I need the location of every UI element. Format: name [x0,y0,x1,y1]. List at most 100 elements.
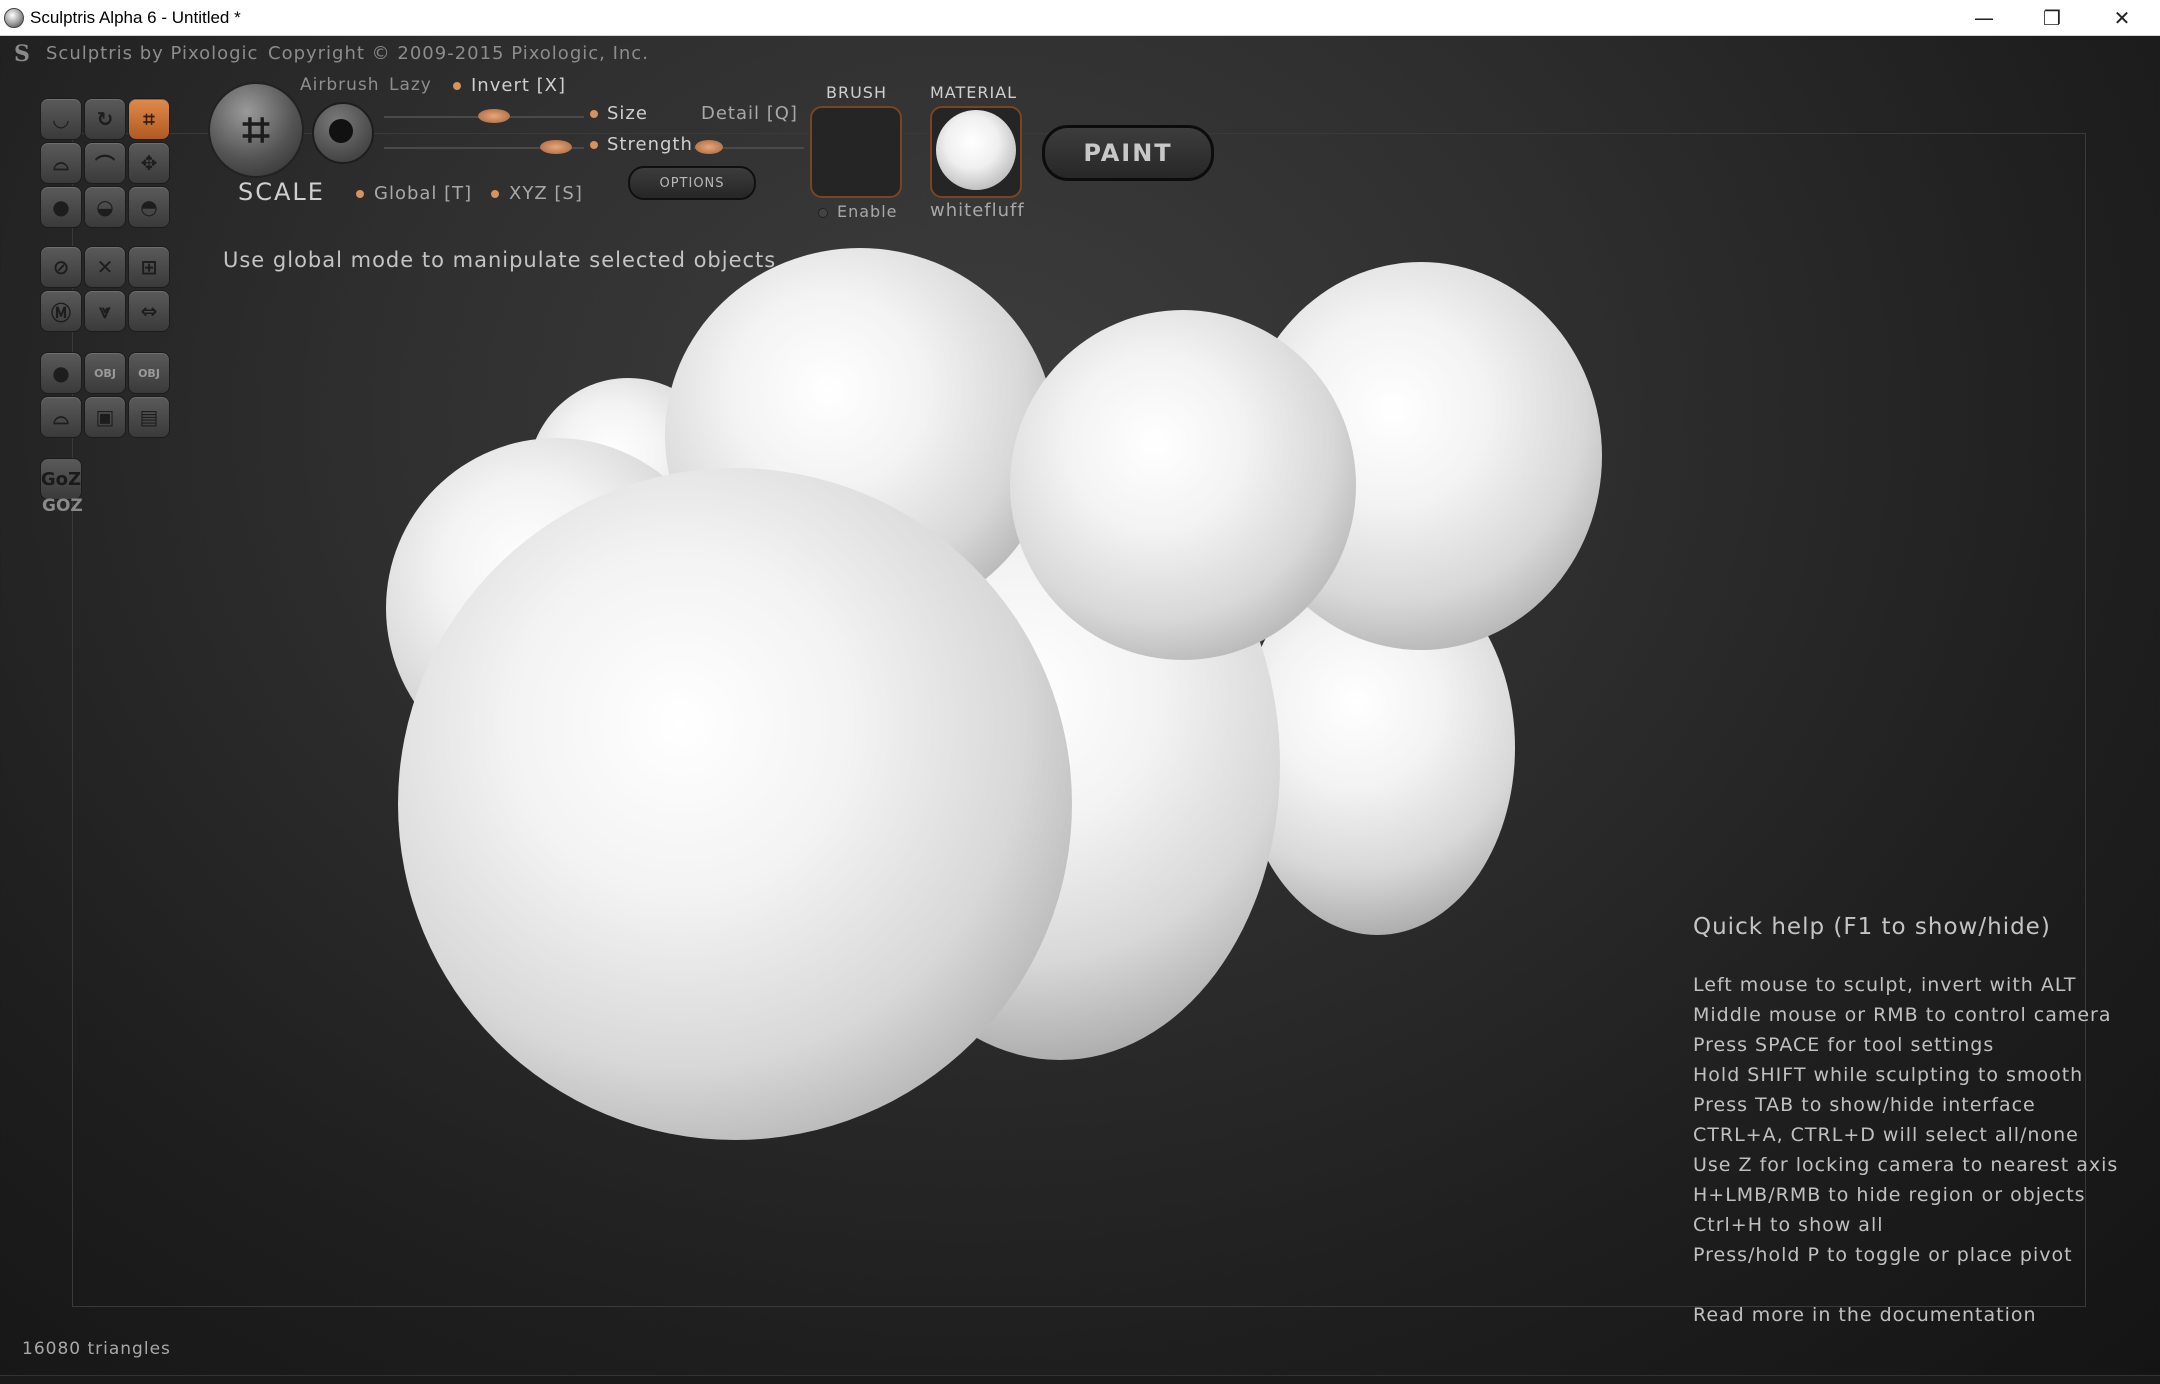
save-icon: ▤ [139,405,159,429]
brush-enable-label[interactable]: Enable [837,202,898,221]
material-name: whitefluff [930,200,1025,221]
grid-tool-button[interactable]: ⊞ [128,246,170,288]
invert-indicator [453,82,461,90]
obj-export-icon: OBJ [138,366,160,380]
inflate-icon: ⌓ [53,151,69,175]
draw-tool-button[interactable]: ◡ [40,98,82,140]
quick-help-line: Middle mouse or RMB to control camera [1693,1004,2112,1026]
goz-icon: GoZ [40,468,82,490]
scale-tool-button[interactable]: ⌗ [128,98,170,140]
strength-label: Strength [607,134,693,155]
smooth-icon: ◓ [140,195,158,219]
sphere-icon: ● [52,361,70,385]
scale-icon: ⌗ [143,107,155,131]
new-sphere-button[interactable]: ● [40,352,82,394]
material-preview-sphere [936,110,1016,190]
mesh-sphere [398,468,1072,1140]
quick-help-line: Press TAB to show/hide interface [1693,1094,2036,1116]
inflate-tool-button[interactable]: ⌓ [40,142,82,184]
save-file-button[interactable]: ▤ [128,396,170,438]
airbrush-label[interactable]: Airbrush [300,75,380,95]
mask-tool-button[interactable]: ✕ [84,246,126,288]
global-indicator [356,190,364,198]
quick-help-line: Press SPACE for tool settings [1693,1034,1995,1056]
xyz-toggle[interactable]: XYZ [S] [509,183,583,204]
paint-mode-button[interactable]: PAINT [1042,125,1214,181]
open-file-button[interactable]: ▣ [84,396,126,438]
material-slot[interactable] [930,106,1022,198]
material-heading: MATERIAL [930,83,1018,102]
grid-icon: ⊞ [140,255,158,279]
smooth-tool-button[interactable]: ◓ [128,186,170,228]
brush-falloff-knob[interactable] [312,102,374,164]
current-tool-knob[interactable]: ⌗ [208,82,304,178]
new-plane-button[interactable]: ⌓ [40,396,82,438]
restore-button[interactable]: ❐ [2018,0,2086,35]
strength-slider-handle[interactable] [540,140,572,154]
rotate-icon: ↻ [96,107,114,131]
detail-slider-handle[interactable] [695,140,723,154]
quick-help-line: Ctrl+H to show all [1693,1214,1884,1236]
size-indicator [590,110,598,118]
strength-indicator [590,141,598,149]
rotate-tool-button[interactable]: ↻ [84,98,126,140]
open-file-icon: ▣ [95,405,115,429]
move-arrows-icon: ✥ [140,151,158,175]
window-title: Sculptris Alpha 6 - Untitled * [30,8,241,27]
pinch-tool-button[interactable]: ● [40,186,82,228]
goz-button[interactable]: GoZ [40,458,82,500]
triangle-count: 16080 triangles [22,1339,171,1359]
quick-help-line: Left mouse to sculpt, invert with ALT [1693,974,2077,996]
app-icon [4,8,24,28]
minimize-button[interactable]: — [1950,0,2018,35]
mesh-sphere [1010,310,1356,660]
xyz-indicator [491,190,499,198]
grab-tool-button[interactable]: ✥ [128,142,170,184]
flatten-icon: ⌒ [95,152,115,177]
brush-heading: BRUSH [826,83,887,102]
quick-help-line: Press/hold P to toggle or place pivot [1693,1244,2073,1266]
scale-crop-icon: ⌗ [242,101,270,158]
obj-import-icon: OBJ [94,366,116,380]
size-slider-handle[interactable] [478,109,510,123]
brush-enable-indicator[interactable] [818,208,828,218]
mirror-tool-button[interactable]: ⇔ [128,290,170,332]
lazy-label[interactable]: Lazy [389,75,432,95]
wire-tool-button[interactable]: ⩔ [84,290,126,332]
quick-help-docs-link[interactable]: Read more in the documentation [1693,1304,2037,1326]
window-title-bar: Sculptris Alpha 6 - Untitled * — ❐ ✕ [0,0,2160,36]
symmetry-icon: Ⓜ [51,300,71,325]
quick-help-line: Hold SHIFT while sculpting to smooth [1693,1064,2084,1086]
export-obj-button[interactable]: OBJ [128,352,170,394]
symmetry-tool-button[interactable]: Ⓜ [40,290,82,332]
app-header: S Sculptris by Pixologic Copyright © 200… [0,35,2160,69]
close-button[interactable]: ✕ [2088,0,2156,35]
mask-icon: ✕ [96,255,114,279]
invert-toggle[interactable]: Invert [X] [471,75,566,96]
options-button[interactable]: OPTIONS [628,166,756,200]
plane-icon: ⌓ [53,405,69,429]
draw-icon: ◡ [53,107,69,131]
quick-help-title: Quick help (F1 to show/hide) [1693,914,2051,940]
copyright-text: Copyright © 2009-2015 Pixologic, Inc. [268,43,649,64]
quick-help-line: CTRL+A, CTRL+D will select all/none [1693,1124,2079,1146]
mirror-arrows-icon: ⇔ [140,299,158,323]
reduce-tool-button[interactable]: ⊘ [40,246,82,288]
goz-label: GOZ [42,496,83,516]
pinch-icon: ● [52,195,70,219]
wireframe-icon: ⩔ [99,299,111,323]
brush-slot[interactable] [810,106,902,198]
flatten-tool-button[interactable]: ⌒ [84,142,126,184]
current-tool-name: SCALE [238,178,325,206]
crease-tool-button[interactable]: ◒ [84,186,126,228]
size-label: Size [607,103,648,124]
import-obj-button[interactable]: OBJ [84,352,126,394]
reduce-icon: ⊘ [52,255,70,279]
sculptris-logo-icon: S [14,41,30,67]
quick-help-line: Use Z for locking camera to nearest axis [1693,1154,2119,1176]
global-toggle[interactable]: Global [T] [374,183,472,204]
detail-toggle[interactable]: Detail [Q] [701,103,798,124]
crease-icon: ◒ [96,195,114,219]
app-name: Sculptris by Pixologic [46,43,259,64]
quick-help-line: H+LMB/RMB to hide region or objects [1693,1184,2086,1206]
